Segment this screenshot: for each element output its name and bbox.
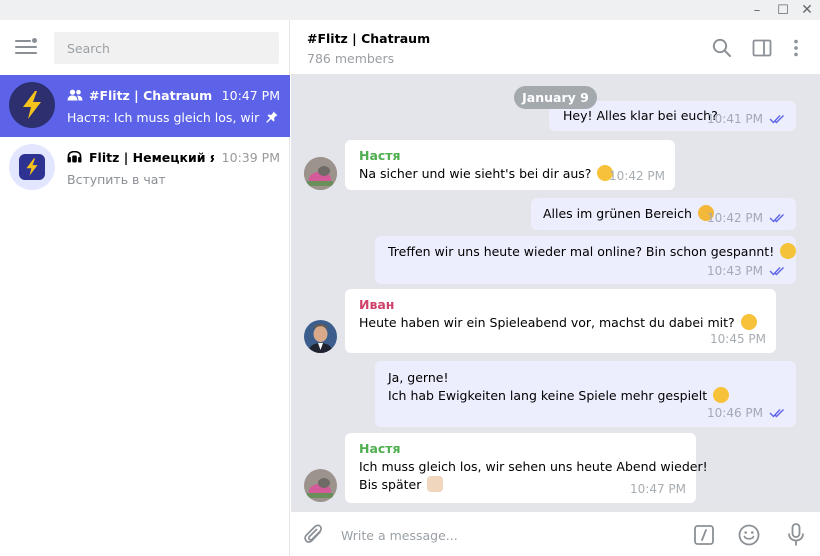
channel-icon [67, 150, 83, 164]
chat-preview: Вступить в чат [67, 172, 166, 187]
user-avatar-nastya[interactable] [304, 469, 337, 502]
chat-time: 10:39 PM [221, 149, 280, 165]
lightning-bolt-icon [26, 158, 38, 176]
outgoing-message[interactable]: Ja, gerne! Ich hab Ewigkeiten lang keine… [375, 361, 796, 427]
lightning-bolt-icon [23, 91, 41, 119]
sidebar-toggle-icon[interactable] [751, 37, 773, 59]
minimize-button[interactable]: – [744, 0, 770, 20]
group-icon [67, 88, 83, 102]
message-time: 10:46 PM [707, 406, 763, 420]
close-button[interactable]: ✕ [794, 0, 820, 20]
window-titlebar: – ☐ ✕ [0, 0, 820, 20]
incoming-message[interactable]: Настя Na sicher und wie sieht's bei dir … [345, 140, 675, 190]
message-text: Alles im grünen Bereich [543, 205, 714, 223]
message-time: 10:42 PM [707, 211, 763, 225]
message-time: 10:41 PM [707, 112, 763, 126]
sidebar-header [0, 20, 290, 75]
chat-list-sidebar: #Flitz | Chatraum 10:47 PM Настя: Ich mu… [0, 20, 290, 556]
message-text: Na sicher und wie sieht's bei dir aus? [359, 165, 614, 183]
conversation-panel: #Flitz | Chatraum 786 members Hey! Alles… [291, 20, 820, 556]
message-composer [291, 511, 820, 556]
message-time: 10:42 PM [609, 169, 665, 183]
chat-name: Flitz | Немецкий язык [89, 149, 214, 165]
outgoing-message[interactable]: Alles im grünen Bereich 10:42 PM [531, 198, 796, 230]
sender-name: Настя [359, 148, 401, 163]
chat-avatar [9, 82, 55, 128]
conversation-header: #Flitz | Chatraum 786 members [291, 20, 820, 75]
incoming-message[interactable]: Иван Heute haben wir ein Spieleabend vor… [345, 289, 776, 353]
user-avatar-nastya[interactable] [304, 157, 337, 190]
message-time: 10:47 PM [630, 482, 686, 496]
chat-list-item-flitz-chatraum[interactable]: #Flitz | Chatraum 10:47 PM Настя: Ich mu… [0, 75, 290, 137]
smile-emoji-icon [713, 387, 730, 403]
paperclip-icon[interactable] [303, 523, 325, 547]
member-count: 786 members [307, 51, 395, 66]
message-text: Heute haben wir ein Spieleabend vor, mac… [359, 314, 757, 332]
message-area[interactable]: Hey! Alles klar bei euch? 10:41 PM Janua… [291, 75, 820, 511]
conversation-title[interactable]: #Flitz | Chatraum [307, 31, 430, 46]
message-text: Hey! Alles klar bei euch? [563, 108, 718, 123]
double-check-icon [769, 115, 784, 124]
outgoing-message[interactable]: Treffen wir uns heute wieder mal online?… [375, 236, 797, 284]
chat-preview: Настя: Ich muss gleich los, wir sehen un… [67, 110, 262, 125]
sender-name: Настя [359, 441, 401, 456]
date-separator: January 9 [514, 86, 597, 109]
pin-icon [266, 111, 278, 123]
message-text: Ja, gerne! Ich hab Ewigkeiten lang keine… [388, 369, 730, 405]
emoji-smile-icon[interactable] [737, 523, 761, 547]
smile-emoji-icon [740, 314, 757, 330]
double-check-icon [769, 214, 784, 223]
chat-avatar [9, 144, 55, 190]
grin-emoji-icon [780, 243, 797, 259]
message-time: 10:43 PM [707, 264, 763, 278]
chat-list-item-flitz-nemeckiy[interactable]: Flitz | Немецкий язык 10:39 PM Вступить … [0, 137, 290, 199]
search-input[interactable] [54, 32, 279, 64]
message-time: 10:45 PM [710, 332, 766, 346]
search-icon[interactable] [711, 37, 733, 59]
microphone-icon[interactable] [784, 523, 808, 547]
waving-hand-emoji-icon [427, 476, 444, 492]
incoming-message[interactable]: Настя Ich muss gleich los, wir sehen uns… [345, 433, 708, 503]
more-options-icon[interactable] [785, 37, 807, 59]
message-input[interactable] [341, 522, 671, 548]
sender-name: Иван [359, 297, 395, 312]
user-avatar-ivan[interactable] [304, 320, 337, 353]
message-text: Treffen wir uns heute wieder mal online?… [388, 243, 797, 261]
double-check-icon [769, 409, 784, 418]
chat-name: #Flitz | Chatraum [89, 87, 213, 103]
maximize-button[interactable]: ☐ [770, 0, 796, 20]
hamburger-menu-icon[interactable] [15, 37, 37, 57]
bot-commands-icon[interactable] [692, 523, 716, 547]
double-check-icon [769, 267, 784, 276]
chat-time: 10:47 PM [221, 87, 280, 103]
